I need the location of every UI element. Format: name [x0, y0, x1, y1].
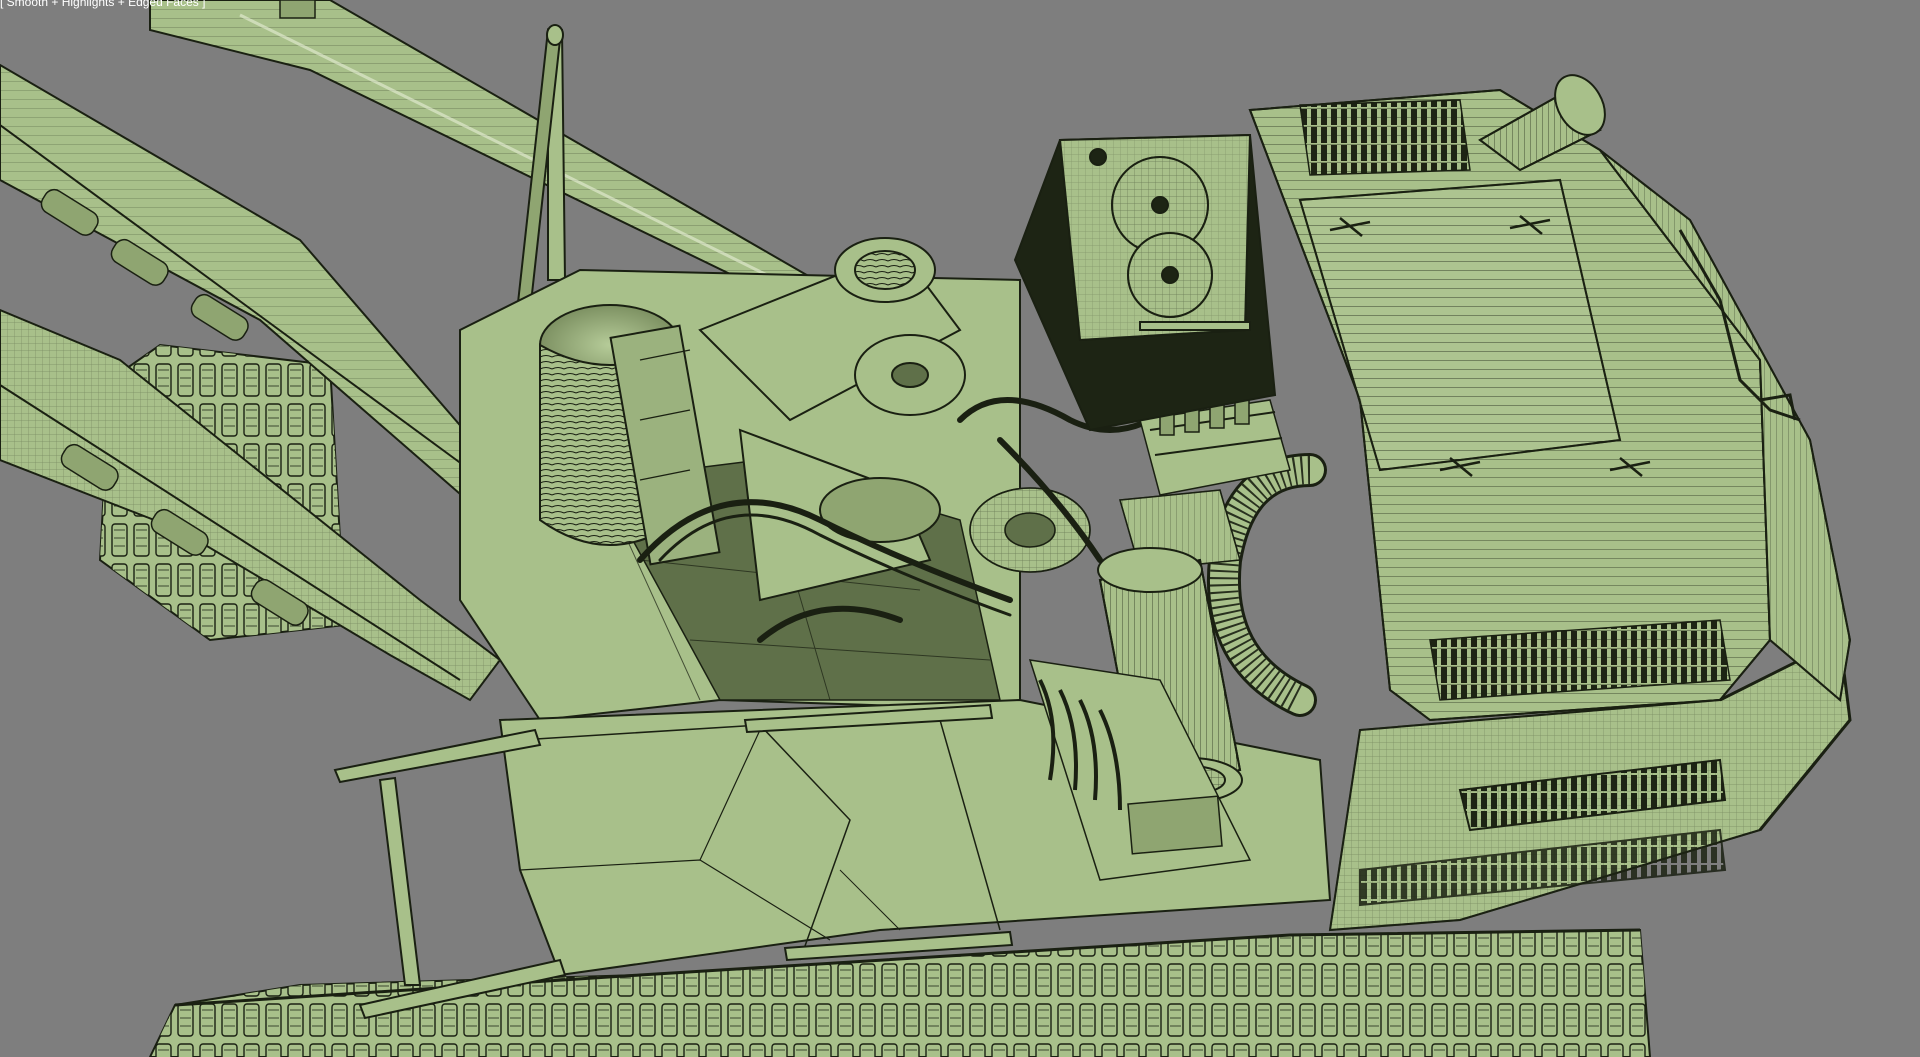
- 3d-viewport[interactable]: [ Smooth + Highlights + Edged Faces ]: [0, 0, 1920, 1057]
- radiator-box: [1013, 133, 1277, 432]
- viewport-shading-label[interactable]: [ Smooth + Highlights + Edged Faces ]: [0, 0, 205, 9]
- crane-model-render[interactable]: [0, 0, 1920, 1057]
- engine-hood: [1248, 88, 1772, 722]
- main-flex-hose: [1207, 453, 1327, 717]
- slew-ring-gear: [969, 487, 1091, 573]
